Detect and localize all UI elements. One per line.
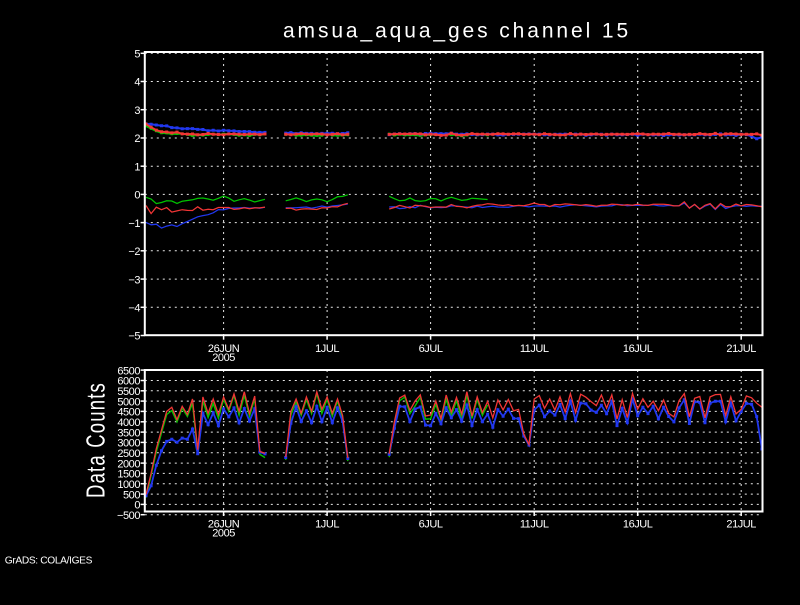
svg-text:1: 1 (134, 161, 140, 173)
svg-text:−5: −5 (128, 331, 140, 343)
svg-text:6JUL: 6JUL (419, 518, 443, 530)
svg-text:3: 3 (134, 105, 140, 117)
svg-text:2005: 2005 (212, 528, 235, 540)
svg-text:21JUL: 21JUL (726, 343, 756, 355)
svg-text:1000: 1000 (117, 479, 140, 491)
svg-text:3000: 3000 (117, 438, 140, 450)
svg-text:2500: 2500 (117, 448, 140, 460)
svg-text:5000: 5000 (117, 396, 140, 408)
svg-text:−1: −1 (128, 218, 140, 230)
svg-text:16JUL: 16JUL (623, 343, 653, 355)
svg-text:4: 4 (134, 77, 140, 89)
svg-text:2000: 2000 (117, 458, 140, 470)
svg-text:−500: −500 (117, 510, 140, 522)
svg-text:amsua_aqua_ges channel 15: amsua_aqua_ges channel 15 (283, 20, 631, 43)
svg-text:−4: −4 (128, 303, 140, 315)
svg-text:4500: 4500 (117, 407, 140, 419)
svg-text:3500: 3500 (117, 427, 140, 439)
svg-text:1500: 1500 (117, 469, 140, 481)
svg-text:500: 500 (123, 489, 140, 501)
svg-text:1JUL: 1JUL (315, 518, 339, 530)
svg-text:6000: 6000 (117, 376, 140, 388)
svg-text:6JUL: 6JUL (419, 343, 443, 355)
svg-text:0: 0 (134, 190, 140, 202)
svg-text:5: 5 (134, 49, 140, 61)
svg-text:21JUL: 21JUL (726, 518, 756, 530)
svg-text:11JUL: 11JUL (520, 343, 549, 355)
svg-text:−2: −2 (128, 246, 140, 258)
svg-text:GrADS: COLA/IGES: GrADS: COLA/IGES (5, 556, 93, 567)
svg-text:6500: 6500 (117, 365, 140, 377)
svg-text:Data Counts: Data Counts (80, 382, 110, 498)
svg-text:16JUL: 16JUL (623, 518, 653, 530)
svg-text:11JUL: 11JUL (520, 518, 549, 530)
svg-text:−3: −3 (128, 274, 140, 286)
svg-text:0: 0 (134, 500, 140, 512)
svg-text:4000: 4000 (117, 417, 140, 429)
svg-text:2005: 2005 (212, 352, 235, 364)
svg-text:5500: 5500 (117, 386, 140, 398)
svg-text:2: 2 (134, 133, 140, 145)
svg-text:1JUL: 1JUL (315, 343, 339, 355)
